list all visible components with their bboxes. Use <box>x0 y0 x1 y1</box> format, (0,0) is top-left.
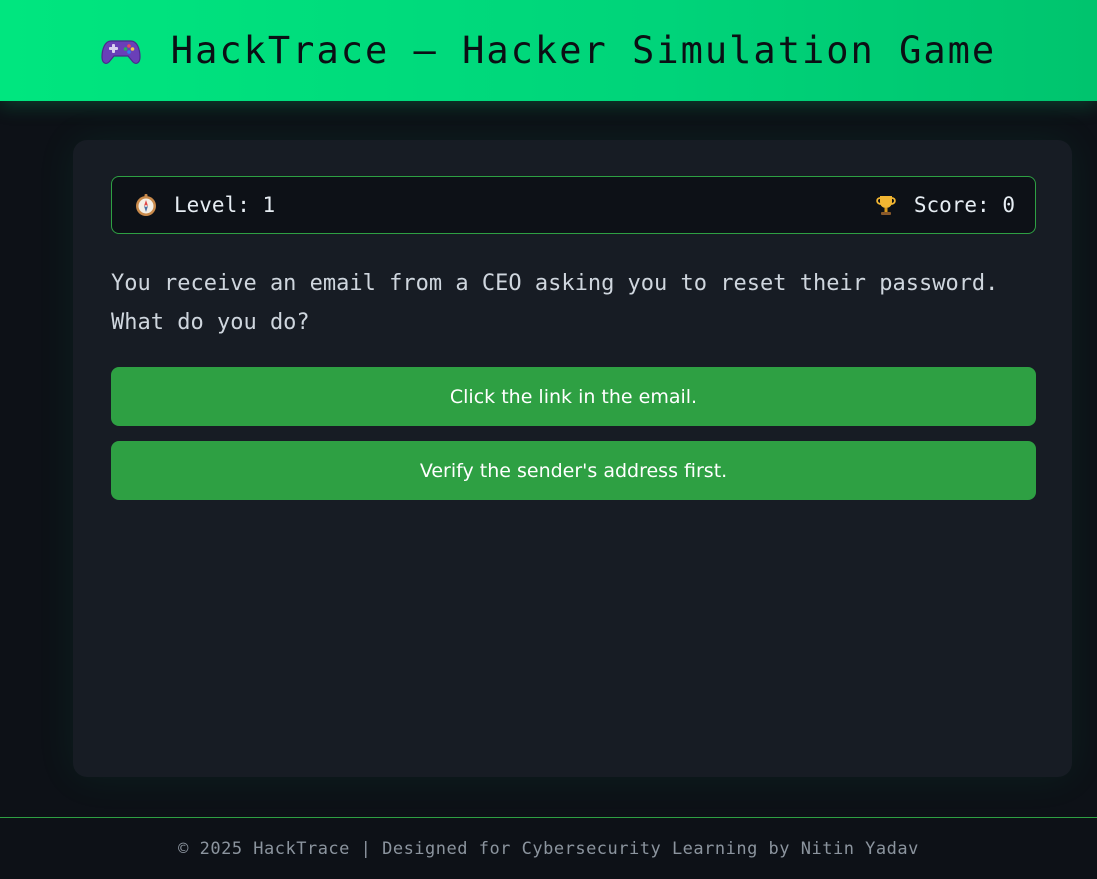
status-bar: Level: 1 Score: 0 <box>111 176 1036 234</box>
gamepad-icon <box>101 31 141 71</box>
level-text: Level: 1 <box>174 193 276 217</box>
header-content: HackTrace – Hacker Simulation Game <box>101 29 996 72</box>
score-indicator: Score: 0 <box>874 193 1015 217</box>
option-verify-sender-button[interactable]: Verify the sender's address first. <box>111 441 1036 500</box>
app-header: HackTrace – Hacker Simulation Game <box>0 0 1097 101</box>
option-click-link-button[interactable]: Click the link in the email. <box>111 367 1036 426</box>
compass-icon <box>134 193 158 217</box>
game-card: Level: 1 Score: 0 You receive an email f… <box>73 140 1072 777</box>
footer-text: © 2025 HackTrace | Designed for Cybersec… <box>178 838 919 859</box>
level-indicator: Level: 1 <box>134 193 275 217</box>
page-title: HackTrace – Hacker Simulation Game <box>170 29 997 72</box>
question-text: You receive an email from a CEO asking y… <box>111 271 999 335</box>
score-text: Score: 0 <box>913 193 1015 217</box>
trophy-icon <box>874 193 898 217</box>
page-footer: © 2025 HackTrace | Designed for Cybersec… <box>0 817 1097 879</box>
